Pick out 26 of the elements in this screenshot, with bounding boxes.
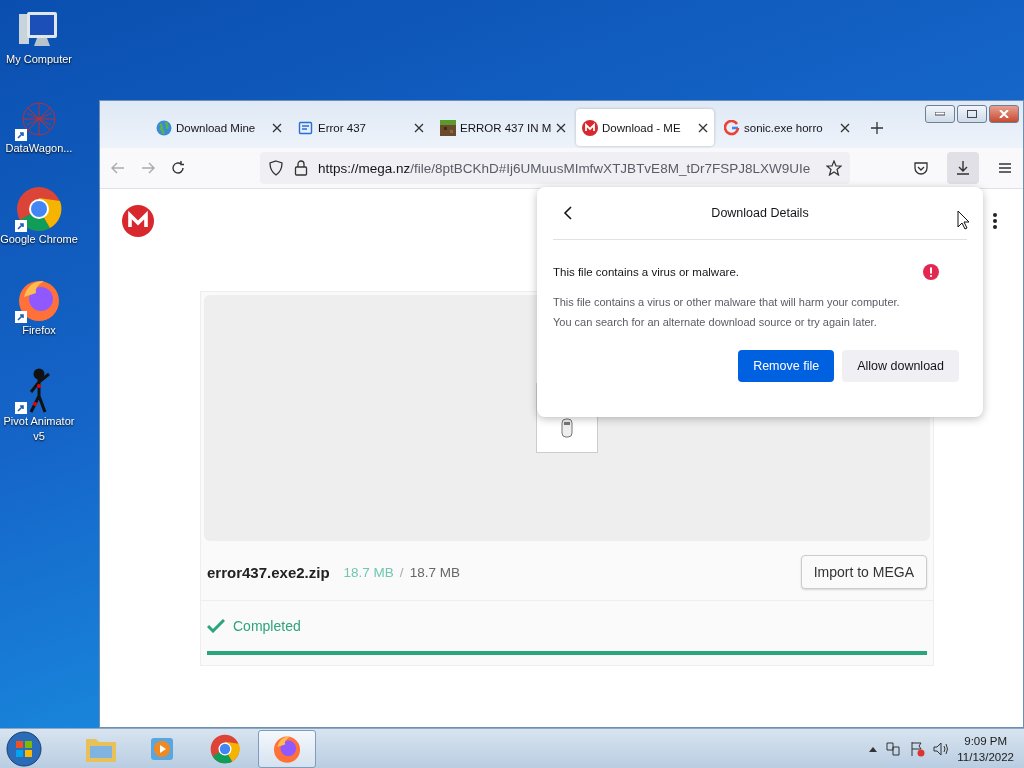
browser-tab[interactable]: sonic.exe horro xyxy=(718,109,856,146)
url-text: https://mega.nz/file/8ptBCKhD#Ij6UMuusMImfwXTJBTvE8M_tDr7FSPJ8LXW9UIe xyxy=(318,160,812,176)
warning-text: You can search for an alternate download source or try again later. xyxy=(553,316,878,328)
panel-title: Download Details xyxy=(710,206,810,220)
browser-tab[interactable]: Download - ME xyxy=(576,109,714,146)
desktop-icon-label[interactable]: Firefox xyxy=(22,323,56,338)
browser-tab[interactable]: Error 437 xyxy=(292,109,430,146)
size-separator: / xyxy=(399,564,404,580)
desktop-icon-label[interactable]: My Computer xyxy=(6,52,72,67)
desktop-icon-label[interactable]: Google Chrome xyxy=(0,232,78,247)
remove-file-button[interactable]: Remove file xyxy=(738,350,835,382)
browser-tab[interactable]: ERROR 437 IN M xyxy=(434,109,572,146)
browser-tab[interactable]: Download Mine xyxy=(150,109,288,146)
warning-heading: This file contains a virus or malware. xyxy=(553,266,739,278)
total-size: 18.7 MB xyxy=(409,564,460,580)
status-text: Completed xyxy=(233,618,301,634)
import-button[interactable]: Import to MEGA xyxy=(800,555,927,589)
address-bar[interactable]: https://mega.nz/file/8ptBCKhD#Ij6UMuusMImfwXTJBTvE8M_tDr7FSPJ8LXW9UIe xyxy=(260,152,850,184)
warning-text: This file contains a virus or other malware that will harm your computer. xyxy=(553,296,901,308)
desktop-icon-label[interactable]: DataWagon... xyxy=(5,141,73,156)
downloaded-size: 18.7 MB xyxy=(343,564,394,580)
desktop-icon-label[interactable]: Pivot Animator v5 xyxy=(0,414,78,444)
file-name: error437.exe2.zip xyxy=(207,563,330,581)
clock-date[interactable]: 11/13/2022 xyxy=(957,748,1014,765)
allow-download-button[interactable]: Allow download xyxy=(842,350,959,382)
clock-time[interactable]: 9:09 PM xyxy=(964,732,1008,749)
